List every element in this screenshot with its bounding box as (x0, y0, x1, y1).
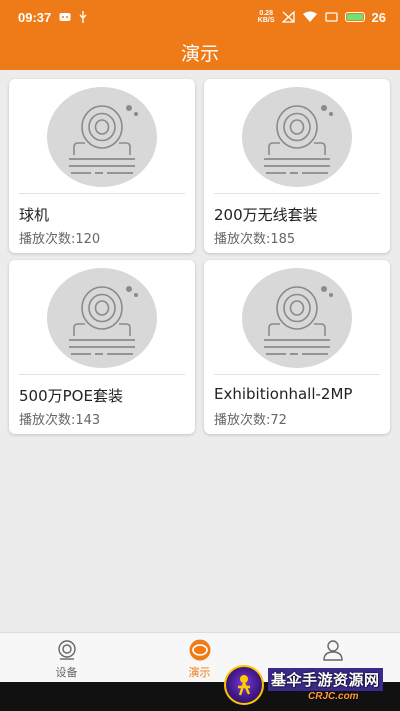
battery-level: 26 (371, 9, 386, 25)
app-header: 09:37 0.28 KB/S 26 演示 (0, 0, 400, 70)
play-count: 播放次数:72 (214, 413, 287, 428)
camera-icon (57, 640, 76, 660)
usb-icon (79, 11, 87, 23)
card-divider (19, 374, 185, 375)
tab-devices[interactable]: 设备 (0, 633, 133, 683)
device-card[interactable]: 球机 播放次数:120 (9, 79, 195, 253)
card-divider (214, 193, 380, 194)
tab-demo-label: 演示 (188, 666, 211, 679)
watermark-text: 基伞手游资源网 (268, 667, 383, 691)
card-divider (19, 193, 185, 194)
screen-icon (324, 11, 338, 22)
watermark: 基伞手游资源网 CRJC.com (224, 658, 400, 711)
play-count: 播放次数:120 (19, 232, 101, 247)
device-name: 200万无线套装 (214, 206, 318, 224)
device-card[interactable]: 200万无线套装 播放次数:185 (204, 79, 390, 253)
play-count: 播放次数:185 (214, 232, 296, 247)
camera-placeholder-icon (242, 87, 352, 187)
demo-icon (189, 639, 210, 661)
notification-icon (59, 13, 71, 21)
watermark-logo-icon (224, 664, 264, 705)
status-bar: 09:37 0.28 KB/S 26 (0, 0, 400, 34)
camera-placeholder-icon (242, 268, 352, 368)
device-name: 500万POE套装 (19, 387, 123, 405)
device-name: 球机 (19, 206, 50, 224)
watermark-url: CRJC.com (308, 690, 359, 702)
tab-devices-label: 设备 (55, 666, 78, 679)
net-speed: 0.28 KB/S (257, 10, 275, 24)
device-card[interactable]: 500万POE套装 播放次数:143 (9, 260, 195, 434)
no-sim-icon (281, 11, 295, 23)
device-name: Exhibitionhall-2MP (214, 385, 353, 403)
clock: 09:37 (18, 9, 52, 25)
battery-icon (344, 12, 365, 22)
wifi-icon (302, 11, 317, 22)
play-count: 播放次数:143 (19, 413, 101, 428)
camera-placeholder-icon (47, 268, 157, 368)
card-divider (214, 374, 380, 375)
camera-placeholder-icon (47, 87, 157, 187)
page-title: 演示 (180, 42, 219, 65)
device-card[interactable]: Exhibitionhall-2MP 播放次数:72 (204, 260, 390, 434)
